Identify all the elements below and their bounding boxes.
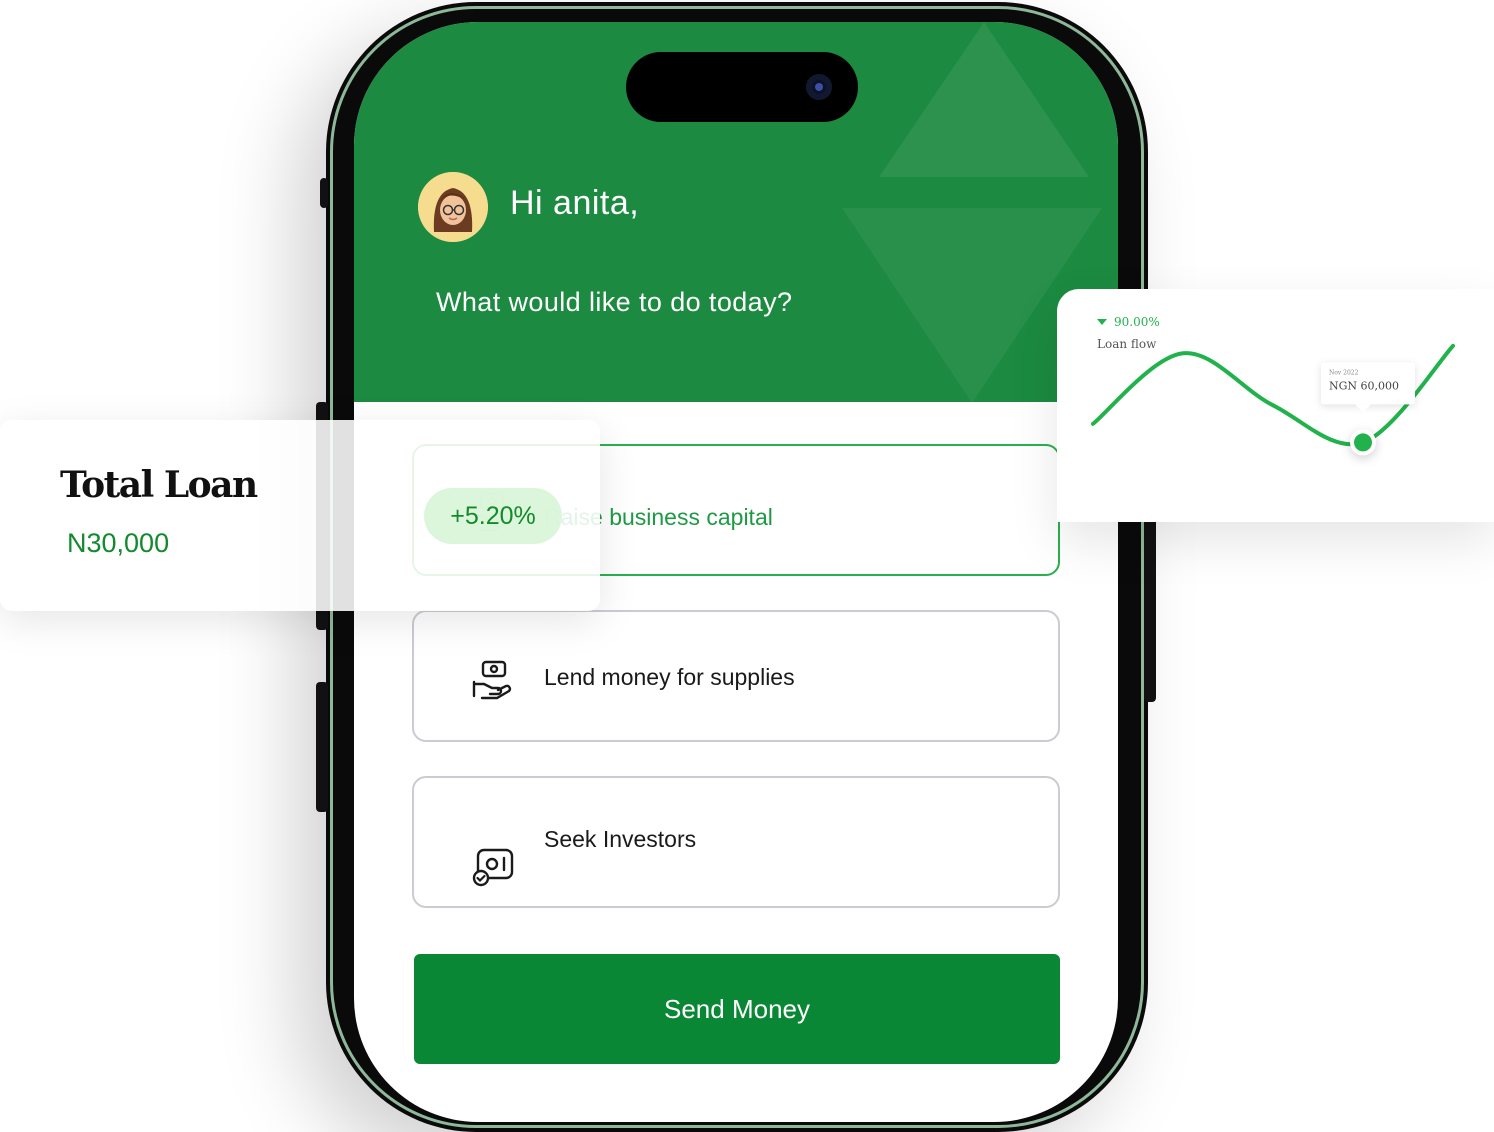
- phone-volume-button-lower: [316, 682, 328, 812]
- phone-silent-switch: [320, 178, 328, 208]
- tooltip-date: Nov 2022: [1329, 369, 1359, 376]
- greeting-text: Hi anita,: [510, 184, 640, 222]
- chart-data-point[interactable]: [1354, 433, 1372, 452]
- total-loan-card: Total Loan N30,000 +5.20%: [0, 420, 600, 611]
- option-label: Lend money for supplies: [544, 664, 795, 690]
- prompt-text: What would like to do today?: [436, 287, 793, 317]
- investor-card-icon: [472, 848, 514, 887]
- dynamic-island: [626, 52, 858, 122]
- option-seek-investors[interactable]: Seek Investors: [412, 776, 1060, 908]
- trend-down-icon: [1097, 319, 1107, 325]
- change-badge: +5.20%: [424, 488, 562, 544]
- loan-flow-chart-card: 90.00% Loan flow Nov 2022 NGN 60,000: [1057, 289, 1494, 522]
- app-header: Hi anita, What would like to do today?: [354, 22, 1118, 402]
- header-decoration: [879, 22, 1089, 177]
- camera-icon: [806, 74, 832, 100]
- option-label: Seek Investors: [544, 826, 697, 852]
- loan-flow-chart: 90.00% Loan flow Nov 2022 NGN 60,000: [1091, 315, 1455, 456]
- tooltip-value: NGN 60,000: [1329, 379, 1399, 392]
- chart-label-text: Loan flow: [1097, 337, 1157, 351]
- cash-hand-icon: [472, 660, 512, 700]
- tooltip-tail: [1355, 404, 1371, 413]
- total-loan-amount: N30,000: [67, 528, 170, 558]
- chart-change-text: 90.00%: [1114, 315, 1160, 329]
- avatar[interactable]: [418, 172, 488, 242]
- send-money-button[interactable]: Send Money: [414, 954, 1060, 1064]
- total-loan-title: Total Loan: [60, 464, 258, 506]
- chart-tooltip: Nov 2022 NGN 60,000: [1321, 362, 1415, 413]
- memoji-avatar-icon: [418, 172, 488, 242]
- option-lend-money[interactable]: Lend money for supplies: [412, 610, 1060, 742]
